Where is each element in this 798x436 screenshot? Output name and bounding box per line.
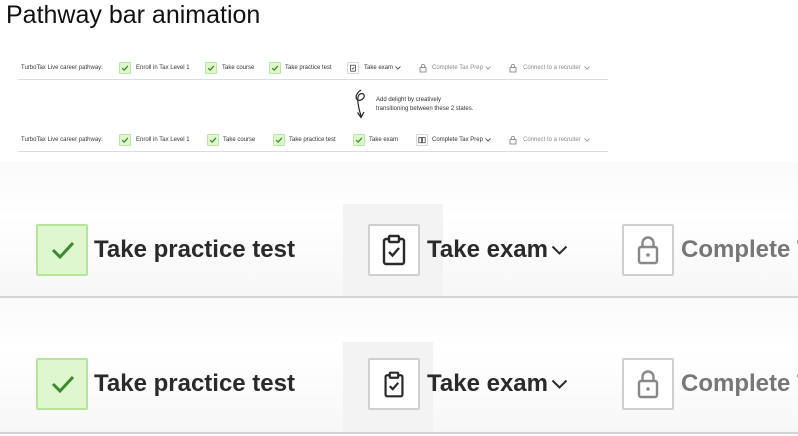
step-practice-test[interactable]: Take practice test [289,133,336,147]
step-practice-test[interactable]: Take practice test [285,61,332,75]
step-take-course[interactable]: Take course [223,133,255,147]
pathway-label: TurboTax Live career pathway: [21,65,103,71]
pathway-label: TurboTax Live career pathway: [21,137,103,143]
step-connect-recruiter[interactable]: Connect to a recruiter [523,61,581,75]
pathway-bar-after: TurboTax Live career pathway: Enroll in … [18,133,618,153]
chevron-down-icon[interactable] [485,66,491,70]
lock-icon [509,135,517,145]
chevron-down-icon[interactable] [551,245,568,255]
lock-icon [622,224,674,276]
chevron-down-icon[interactable] [584,138,590,142]
check-icon [119,62,131,74]
step-enroll[interactable]: Enroll in Tax Level 1 [136,133,190,147]
check-icon [36,224,88,276]
pathway-bar-before: TurboTax Live career pathway: Enroll in … [18,61,618,81]
divider [0,432,798,434]
clipboard-icon [368,224,420,276]
check-icon [273,134,285,146]
divider [18,151,608,152]
lock-icon [622,358,674,410]
page-title: Pathway bar animation [6,1,261,29]
step-take-exam[interactable]: Take exam [369,133,398,147]
chevron-down-icon[interactable] [551,379,568,389]
zoom-row-before: Take practice test Take exam Complete T [0,162,798,296]
clipboard-icon [368,358,420,410]
chevron-down-icon[interactable] [584,66,590,70]
check-icon [207,134,219,146]
step-practice-test[interactable]: Take practice test [94,235,295,265]
arrow-squiggle-icon [355,89,365,119]
book-icon [416,134,428,146]
check-icon [269,62,281,74]
zoom-row-after: Take practice test Take exam Complete T [0,298,798,432]
check-icon [353,134,365,146]
annotation-note: Add delight by creatively transitioning … [376,96,516,114]
divider [18,79,608,80]
check-icon [36,358,88,410]
step-complete-tax-prep[interactable]: Complete Tax Prep [432,133,483,147]
lock-icon [419,63,427,73]
check-icon [205,62,217,74]
chevron-down-icon[interactable] [395,66,401,70]
step-take-exam[interactable]: Take exam [427,369,548,399]
step-take-course[interactable]: Take course [222,61,254,75]
clipboard-icon [347,62,359,74]
annotation-line-1: Add delight by creatively [376,97,442,103]
step-complete-tax-prep[interactable]: Complete T [681,235,798,265]
step-connect-recruiter[interactable]: Connect to a recruiter [523,133,581,147]
chevron-down-icon[interactable] [485,138,491,142]
step-complete-tax-prep[interactable]: Complete T [681,369,798,399]
step-take-exam[interactable]: Take exam [364,61,393,75]
step-practice-test[interactable]: Take practice test [94,369,295,399]
check-icon [119,134,131,146]
step-complete-tax-prep[interactable]: Complete Tax Prep [432,61,483,75]
lock-icon [509,63,517,73]
annotation-line-2: transitioning between these 2 states. [376,106,474,112]
step-take-exam[interactable]: Take exam [427,235,548,265]
step-enroll[interactable]: Enroll in Tax Level 1 [136,61,190,75]
